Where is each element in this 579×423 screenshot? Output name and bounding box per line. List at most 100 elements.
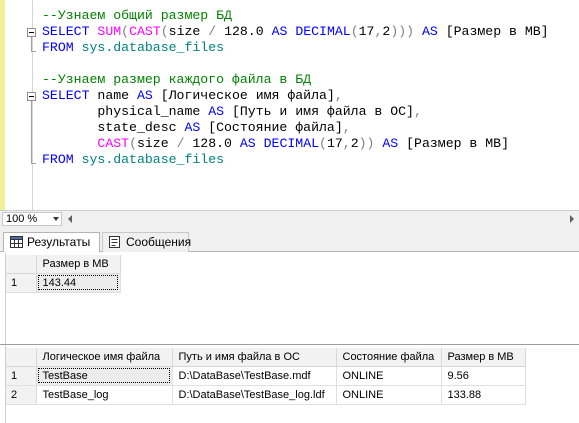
code-token: AS	[239, 136, 256, 151]
change-tracking-margin	[0, 0, 5, 210]
row-number[interactable]: 1	[6, 273, 37, 293]
fold-line-query-1	[31, 37, 32, 51]
table-row[interactable]: 1 TestBase D:\DataBase\TestBase.mdf ONLI…	[6, 366, 526, 386]
collapse-toggle-query-1[interactable]	[27, 28, 36, 37]
code-line[interactable]: SELECT SUM(CAST(size / 128.0 AS DECIMAL(…	[42, 24, 549, 40]
code-token: CAST	[129, 24, 161, 39]
code-token: AS	[136, 88, 153, 103]
code-token: [Путь и имя файла в ОС]	[224, 104, 414, 119]
row-number[interactable]: 2	[6, 385, 37, 405]
column-header[interactable]: Размер в МВ	[36, 255, 121, 274]
table-cell[interactable]: ONLINE	[336, 385, 442, 405]
code-line[interactable]: FROM sys.database_files	[42, 40, 224, 56]
table-cell[interactable]: 133.88	[441, 385, 526, 405]
code-line[interactable]: physical_name AS [Путь и имя файла в ОС]…	[42, 104, 422, 120]
code-line[interactable]: --Узнаем общий размер БД	[42, 8, 232, 24]
fold-end-query-1	[31, 51, 36, 52]
code-token: SELECT	[42, 88, 98, 103]
code-token: physical_name	[42, 104, 209, 119]
code-line[interactable]: --Узнаем размер каждого файла в БД	[42, 72, 311, 88]
code-token: 17	[358, 24, 375, 39]
row-number-header	[6, 348, 37, 367]
code-token: [Размер в МВ]	[445, 24, 549, 39]
grid-header-row: Логическое имя файла Путь и имя файла в …	[6, 348, 526, 367]
zoom-value: 100 %	[6, 213, 38, 225]
horizontal-scrollbar[interactable]	[66, 214, 576, 224]
code-line[interactable]: state_desc AS [Состояние файла],	[42, 120, 350, 136]
scroll-right-icon	[570, 215, 574, 223]
grid-header-row: Размер в МВ	[6, 255, 121, 274]
code-line[interactable]: FROM sys.database_files	[42, 152, 224, 168]
table-cell[interactable]: D:\DataBase\TestBase.mdf	[172, 366, 337, 386]
column-header[interactable]: Состояние файла	[336, 348, 442, 367]
code-token: CAST	[97, 136, 130, 151]
code-token: ))	[358, 136, 375, 151]
result-grid-file-sizes[interactable]: Логическое имя файла Путь и имя файла в …	[6, 348, 526, 405]
code-token: (	[129, 136, 137, 151]
table-cell[interactable]: 9.56	[441, 366, 526, 386]
code-token: 2	[350, 136, 359, 151]
results-pane: Размер в МВ 1 143.44 Логическое имя файл…	[0, 252, 579, 423]
column-header[interactable]: Путь и имя файла в ОС	[172, 348, 337, 367]
table-row[interactable]: 1 143.44	[6, 273, 121, 293]
code-token: AS	[374, 136, 407, 151]
code-token: size	[168, 24, 209, 39]
tab-messages-label: Сообщения	[126, 235, 192, 249]
code-token: AS	[184, 120, 201, 135]
tab-results-label: Результаты	[27, 235, 91, 249]
code-line[interactable]: CAST(size / 128.0 AS DECIMAL(17,2)) AS […	[42, 136, 509, 152]
code-token: AS	[208, 104, 225, 119]
code-token: 128.0	[184, 136, 240, 151]
scroll-left-icon	[68, 215, 72, 223]
table-cell[interactable]: TestBase	[36, 366, 173, 386]
table-cell[interactable]: ONLINE	[336, 366, 442, 386]
code-token: SELECT	[42, 24, 98, 39]
table-cell[interactable]: D:\DataBase\TestBase_log.ldf	[172, 385, 337, 405]
code-token: FROM	[42, 40, 82, 55]
code-token: sys.database_files	[81, 152, 225, 167]
code-token: DECIMAL	[295, 24, 351, 39]
code-token: --Узнаем размер каждого файла в БД	[42, 72, 312, 87]
code-token: AS	[271, 24, 288, 39]
table-cell[interactable]: TestBase_log	[36, 385, 173, 405]
fold-line-query-2	[31, 101, 32, 163]
code-token: FROM	[42, 152, 82, 167]
code-token: (	[160, 24, 169, 39]
column-header[interactable]: Логическое имя файла	[36, 348, 173, 367]
code-token: [Логическое имя файла]	[152, 88, 335, 103]
code-token: state_desc	[42, 120, 185, 135]
fold-end-query-2	[31, 163, 36, 164]
code-token: ,	[334, 88, 343, 103]
tab-messages[interactable]: Сообщения	[102, 232, 192, 252]
code-token: (	[121, 24, 130, 39]
messages-icon	[109, 236, 120, 248]
tab-results[interactable]: Результаты	[3, 232, 100, 252]
result-grid-total-size[interactable]: Размер в МВ 1 143.44	[6, 255, 121, 293]
zoom-dropdown[interactable]: 100 %	[2, 212, 62, 226]
row-number[interactable]: 1	[6, 366, 37, 386]
code-token: (	[350, 24, 359, 39]
code-token: name	[97, 88, 137, 103]
table-row[interactable]: 2 TestBase_log D:\DataBase\TestBase_log.…	[6, 385, 526, 405]
code-token: [Размер в МВ]	[406, 136, 510, 151]
collapse-toggle-query-2[interactable]	[27, 92, 36, 101]
code-token: size	[136, 136, 177, 151]
code-token: ,	[413, 104, 422, 119]
code-token: 128.0	[216, 24, 272, 39]
grid-splitter[interactable]	[0, 344, 579, 345]
result-tabs: Результаты Сообщения	[0, 227, 579, 252]
code-token: sys.database_files	[81, 40, 225, 55]
code-line[interactable]: SELECT name AS [Логическое имя файла],	[42, 88, 343, 104]
code-token: (	[319, 136, 327, 151]
query-editor[interactable]: --Узнаем общий размер БД SELECT SUM(CAST(…	[0, 0, 579, 210]
code-token: /	[208, 24, 217, 39]
chevron-down-icon	[53, 217, 59, 221]
row-number-header	[6, 255, 37, 274]
code-token: SUM	[97, 24, 122, 39]
code-token: ,	[342, 136, 351, 151]
table-cell[interactable]: 143.44	[36, 273, 121, 293]
code-token: AS	[414, 24, 446, 39]
column-header[interactable]: Размер в МВ	[441, 348, 526, 367]
